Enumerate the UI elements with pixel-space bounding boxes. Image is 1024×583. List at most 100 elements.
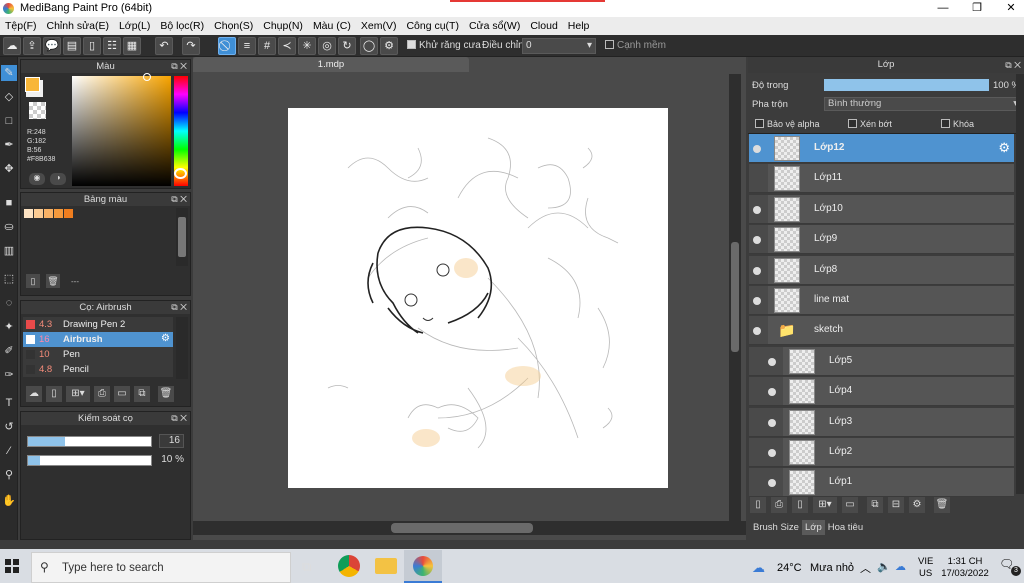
cloud-icon[interactable]: ☁ [3,37,21,55]
tab-layer[interactable]: Lớp [801,520,825,535]
new-folder-icon[interactable]: ▭ [842,497,858,513]
menu-color[interactable]: Màu (C) [308,20,356,32]
divide-tool-icon[interactable]: ⁄ [1,443,17,459]
eyedropper-tool-icon[interactable]: ⚲ [1,467,17,483]
page-icon[interactable]: ▯ [83,37,101,55]
snap-off-icon[interactable]: ⃠ [218,37,236,55]
windows-start-icon[interactable] [3,557,21,575]
brush-item[interactable]: 16 Airbrush ⚙ [23,332,173,347]
page-list-icon[interactable]: ☷ [103,37,121,55]
volume-icon[interactable]: 🔈 [877,560,891,573]
brush-scrollbar[interactable] [176,317,188,379]
layer-visibility-toggle[interactable] [749,164,768,194]
antialias-checkbox[interactable]: Khử răng cưa [407,40,481,51]
curve-snap-icon[interactable]: ↻ [338,37,356,55]
palette-swatch[interactable] [44,209,53,218]
weather-temp[interactable]: 24°C [777,562,802,574]
move-tool-icon[interactable]: ✥ [1,161,17,177]
palette-scrollbar[interactable] [176,208,188,266]
palette-swatch[interactable] [54,209,63,218]
bucket-tool-icon[interactable]: ⛀ [1,219,17,235]
layer-folder[interactable]: 📁 sketch [768,316,1014,346]
palette-swatch[interactable] [24,209,33,218]
new-halftone-layer-icon[interactable]: ⎙ [771,497,787,513]
snap-settings-icon[interactable]: ⚙ [380,37,398,55]
select-eraser-icon[interactable]: ✑ [1,367,17,383]
primary-color[interactable] [25,77,40,92]
menu-window[interactable]: Cửa sổ(W) [464,20,525,32]
delete-palette-icon[interactable]: 🗑 [46,274,60,288]
adjust-input[interactable]: 0 ▾ [522,38,596,54]
weather-text[interactable]: Mưa nhỏ [810,562,854,574]
layer-settings-icon[interactable]: ⚙ [909,497,925,513]
layer-opacity-slider[interactable] [824,79,989,91]
layer-row[interactable]: Lớp8 [768,255,1014,285]
clock[interactable]: 1:31 CH 17/03/2022 [940,556,990,580]
layer-visibility-toggle[interactable] [749,468,783,498]
circle-snap-icon[interactable]: ◎ [318,37,336,55]
brush-settings-icon[interactable]: ⎙ [94,386,110,402]
drawing-canvas[interactable] [288,108,668,488]
layer-row[interactable]: Lớp12 ⚙ [768,134,1014,163]
tab-brush-size[interactable]: Brush Size [750,520,802,535]
delete-brush-icon[interactable]: 🗑 [158,386,174,402]
layer-row[interactable]: line mat [768,286,1014,315]
protect-alpha-checkbox[interactable]: Bảo vệ alpha [755,119,820,129]
new-brush-icon[interactable]: ▯ [46,386,62,402]
brush-item[interactable]: 4.8 Pencil [23,362,173,377]
add-layer-menu-icon[interactable]: ⊞▾ [813,497,837,513]
layer-row[interactable]: Lớp4 [783,377,1014,407]
undo-icon[interactable]: ↶ [155,37,173,55]
grid-snap-icon[interactable]: # [258,37,276,55]
document-tab[interactable]: 1.mdp [193,57,469,72]
hand-tool-icon[interactable]: ✋ [1,493,17,509]
vertical-scrollbar[interactable] [729,74,741,521]
text-tool-icon[interactable]: T [1,395,17,411]
picker-cursor[interactable] [143,73,151,81]
horizontal-scrollbar[interactable] [193,521,746,535]
menu-view[interactable]: Xem(V) [356,20,402,32]
blend-mode-select[interactable]: Bình thường▾ [824,97,1022,111]
language-indicator[interactable]: VIE US [918,556,933,580]
grid-pages-icon[interactable]: ▦ [123,37,141,55]
new-palette-icon[interactable]: ▯ [26,274,40,288]
minimize-button[interactable]: — [926,0,960,17]
panel-buttons[interactable]: ⧉ ✕ [171,60,187,73]
saturation-picker[interactable] [72,76,171,186]
brush-opacity-slider[interactable] [27,455,152,466]
fill-rect-icon[interactable]: ■ [1,195,17,211]
clipping-checkbox[interactable]: Xén bớt [848,119,892,129]
layer-row[interactable]: Lớp3 [783,407,1014,437]
layer-row[interactable]: Lớp2 [783,438,1014,467]
brush-folder-icon[interactable]: ▭ [114,386,130,402]
medibang-taskbar-button[interactable] [404,550,442,583]
layer-row[interactable]: Lớp11 [768,164,1014,194]
chevron-up-icon[interactable]: ︿ [860,560,871,576]
layer-visibility-toggle[interactable] [749,438,783,467]
eraser-tool-icon[interactable]: ◇ [1,89,17,105]
soft-edge-checkbox[interactable]: Cạnh mềm [605,40,666,51]
palette-swatch[interactable] [64,209,73,218]
layer-scrollbar[interactable] [1016,74,1024,494]
tab-navigator[interactable]: Hoa tiêu [825,520,866,535]
layer-settings-gear-icon[interactable]: ⚙ [998,140,1010,156]
task-view-icon[interactable]: ⧉ [302,559,311,575]
ellipse-snap-icon[interactable]: ◯ [360,37,378,55]
gear-icon[interactable]: ⚙ [161,333,170,344]
merge-layer-icon[interactable]: ⊟ [888,497,904,513]
palette-swatch[interactable] [34,209,43,218]
message-icon[interactable]: ▤ [63,37,81,55]
menu-cloud[interactable]: Cloud [525,20,562,32]
layer-row[interactable]: Lớp5 [783,346,1014,376]
upload-icon[interactable]: ⇪ [23,37,41,55]
layer-row[interactable]: Lớp9 [768,225,1014,255]
maximize-button[interactable]: ❐ [960,0,994,17]
panel-buttons[interactable]: ⧉ ✕ [171,301,187,314]
menu-snap[interactable]: Chụp(N) [258,20,308,32]
rectangle-tool-icon[interactable]: □ [1,113,17,129]
chrome-icon[interactable] [338,555,360,577]
lock-checkbox[interactable]: Khóa [941,119,974,129]
menu-select[interactable]: Chọn(S) [209,20,258,32]
menu-layer[interactable]: Lớp(L) [114,20,155,32]
brush-size-slider[interactable] [27,436,152,447]
